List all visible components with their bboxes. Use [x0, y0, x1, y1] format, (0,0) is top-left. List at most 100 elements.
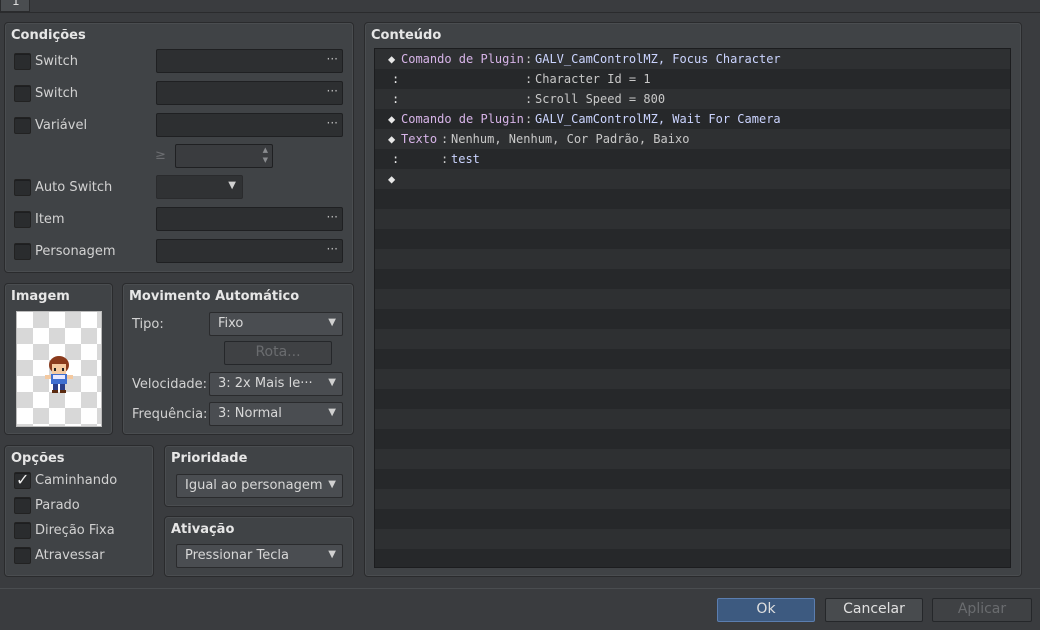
contents-title: Conteúdo — [371, 28, 442, 43]
frequency-select[interactable]: 3: Normal ▼ — [209, 402, 343, 426]
item-dots-icon[interactable]: ··· — [327, 210, 338, 224]
trigger-value: Pressionar Tecla — [185, 548, 289, 563]
item-label: Item — [35, 212, 65, 227]
through-checkbox[interactable] — [14, 547, 31, 564]
list-item[interactable] — [375, 289, 1010, 309]
list-item[interactable] — [375, 349, 1010, 369]
command-name: Comando de Plugin — [401, 52, 524, 66]
list-item[interactable] — [375, 449, 1010, 469]
frequency-label: Frequência: — [132, 407, 208, 422]
switch1-field[interactable]: ··· — [156, 49, 343, 73]
list-item[interactable]: :: Scroll Speed = 800 — [375, 89, 1010, 109]
character-checkbox[interactable] — [14, 243, 31, 260]
variable-checkbox[interactable] — [14, 117, 31, 134]
autoswitch-checkbox[interactable] — [14, 179, 31, 196]
route-button[interactable]: Rota... — [224, 341, 332, 365]
list-item[interactable]: ◆ Comando de Plugin: GALV_CamControlMZ, Fo… — [375, 49, 1010, 69]
variable-label: Variável — [35, 118, 88, 133]
switch2-dots-icon[interactable]: ··· — [327, 84, 338, 98]
character-dots-icon[interactable]: ··· — [327, 242, 338, 256]
apply-button[interactable]: Aplicar — [932, 598, 1032, 622]
command-params: test — [451, 152, 480, 166]
autoswitch-select[interactable]: ▼ — [156, 175, 243, 199]
list-item[interactable] — [375, 209, 1010, 229]
chevron-down-icon: ▼ — [328, 549, 336, 560]
direction-fix-checkbox[interactable] — [14, 522, 31, 539]
speed-value: 3: 2x Mais le··· — [218, 376, 313, 391]
item-field[interactable]: ··· — [156, 207, 343, 231]
list-item[interactable] — [375, 409, 1010, 429]
image-title: Imagem — [11, 289, 70, 304]
walking-checkbox[interactable] — [14, 470, 31, 489]
list-item[interactable] — [375, 389, 1010, 409]
switch2-label: Switch — [35, 86, 78, 101]
spin-down-icon[interactable]: ▼ — [263, 156, 268, 164]
list-item[interactable] — [375, 429, 1010, 449]
command-params: Character Id = 1 — [535, 72, 651, 86]
character-field[interactable]: ··· — [156, 239, 343, 263]
list-item[interactable] — [375, 269, 1010, 289]
chevron-down-icon: ▼ — [328, 407, 336, 418]
switch2-field[interactable]: ··· — [156, 81, 343, 105]
chevron-down-icon: ▼ — [328, 479, 336, 490]
trigger-panel: Ativação Pressionar Tecla ▼ — [164, 516, 354, 577]
list-item[interactable] — [375, 529, 1010, 549]
event-command-list[interactable]: ◆ Comando de Plugin: GALV_CamControlMZ, Fo… — [374, 48, 1011, 568]
command-separator: : — [525, 112, 533, 126]
chevron-down-icon: ▼ — [328, 317, 336, 328]
list-item[interactable]: ◆ Texto: Nenhum, Nenhum, Cor Padrão, Baixo — [375, 129, 1010, 149]
list-item[interactable] — [375, 549, 1010, 567]
priority-panel: Prioridade Igual ao personagem ▼ — [164, 445, 354, 507]
switch1-dots-icon[interactable]: ··· — [327, 52, 338, 66]
autoswitch-label: Auto Switch — [35, 180, 113, 195]
priority-value: Igual ao personagem — [185, 478, 323, 493]
variable-value-spinner[interactable]: ▲ ▼ — [175, 144, 273, 168]
list-item[interactable]: ◆ — [375, 169, 1010, 189]
stepping-checkbox[interactable] — [14, 497, 31, 514]
spin-up-icon[interactable]: ▲ — [263, 146, 268, 154]
conditions-title: Condições — [11, 28, 86, 43]
variable-dots-icon[interactable]: ··· — [327, 116, 338, 130]
variable-field[interactable]: ··· — [156, 113, 343, 137]
list-item[interactable]: :: Character Id = 1 — [375, 69, 1010, 89]
cancel-button[interactable]: Cancelar — [825, 598, 923, 622]
command-name: Comando de Plugin — [401, 112, 524, 126]
page-tab[interactable]: 1 — [0, 0, 30, 12]
list-item[interactable] — [375, 489, 1010, 509]
diamond-icon: ◆ — [388, 112, 396, 126]
list-item[interactable] — [375, 229, 1010, 249]
image-preview[interactable] — [16, 311, 102, 427]
command-params: Scroll Speed = 800 — [535, 92, 666, 106]
list-item[interactable] — [375, 309, 1010, 329]
type-select[interactable]: Fixo ▼ — [209, 312, 343, 336]
switch2-checkbox[interactable] — [14, 85, 31, 102]
list-item[interactable] — [375, 329, 1010, 349]
diamond-icon: ◆ — [388, 132, 396, 146]
switch1-checkbox[interactable] — [14, 53, 31, 70]
through-label: Atravessar — [35, 548, 105, 563]
list-item[interactable]: ◆ Comando de Plugin: GALV_CamControlMZ, Wa… — [375, 109, 1010, 129]
command-name: Texto — [401, 132, 438, 146]
list-item[interactable] — [375, 469, 1010, 489]
command-params: GALV_CamControlMZ, Wait For Camera — [535, 112, 781, 126]
list-item[interactable] — [375, 369, 1010, 389]
continuation-marker: : — [392, 92, 400, 106]
list-item[interactable] — [375, 189, 1010, 209]
list-item[interactable] — [375, 509, 1010, 529]
type-value: Fixo — [218, 316, 244, 331]
item-checkbox[interactable] — [14, 211, 31, 228]
character-sprite-icon — [45, 356, 73, 393]
diamond-icon: ◆ — [388, 172, 396, 186]
chevron-down-icon: ▼ — [328, 377, 336, 388]
stepping-label: Parado — [35, 498, 80, 513]
list-item[interactable] — [375, 249, 1010, 269]
ok-button[interactable]: Ok — [717, 598, 815, 622]
gte-symbol: ≥ — [155, 148, 166, 163]
speed-select[interactable]: 3: 2x Mais le··· ▼ — [209, 372, 343, 396]
command-separator: : — [441, 132, 449, 146]
list-item[interactable]: :: test — [375, 149, 1010, 169]
tab-content-border — [0, 12, 1040, 13]
priority-select[interactable]: Igual ao personagem ▼ — [176, 474, 343, 498]
trigger-select[interactable]: Pressionar Tecla ▼ — [176, 544, 343, 568]
tab-label: 1 — [12, 0, 20, 8]
